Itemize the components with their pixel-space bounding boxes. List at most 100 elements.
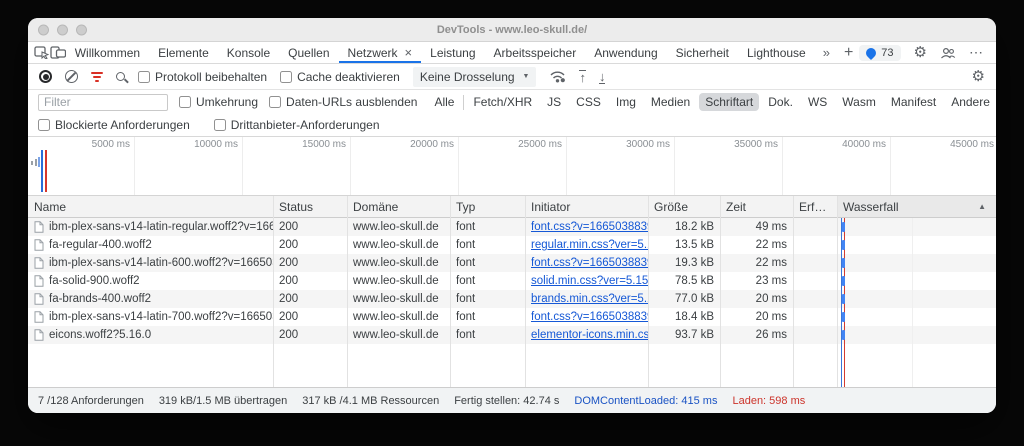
- filter-icon[interactable]: [91, 72, 103, 82]
- settings-gear-icon[interactable]: ⚙: [914, 45, 927, 60]
- column-header-name[interactable]: Name: [28, 200, 273, 214]
- timeline-tick-label: 40000 ms: [842, 139, 886, 150]
- clear-icon[interactable]: [65, 70, 78, 83]
- initiator-link[interactable]: elementor-icons.min.css...: [531, 329, 648, 341]
- blocked-requests-checkbox[interactable]: Blockierte Anforderungen: [38, 118, 190, 132]
- devtools-tab[interactable]: Willkommen×: [66, 42, 149, 63]
- checkbox-icon[interactable]: [280, 71, 292, 83]
- devtools-tab[interactable]: Leistung×: [421, 42, 484, 63]
- devtools-tab[interactable]: Konsole×: [218, 42, 279, 63]
- initiator-link[interactable]: font.css?v=1665038839: [531, 257, 648, 269]
- pill-label: Manifest: [891, 95, 936, 109]
- devtools-tab[interactable]: Sicherheit×: [667, 42, 738, 63]
- filter-pill[interactable]: JS: [541, 93, 567, 111]
- cell-waterfall: [837, 330, 996, 340]
- devtools-tab[interactable]: Arbeitsspeicher×: [485, 42, 586, 63]
- tab-label: Quellen: [288, 46, 329, 60]
- checkbox-icon[interactable]: [38, 119, 50, 131]
- column-header-initiator[interactable]: Initiator: [525, 200, 648, 214]
- preserve-log-checkbox[interactable]: Protokoll beibehalten: [138, 70, 267, 84]
- checkbox-icon[interactable]: [269, 96, 281, 108]
- inspect-element-icon[interactable]: [34, 42, 50, 63]
- checkbox-icon[interactable]: [179, 96, 191, 108]
- add-tab-icon[interactable]: +: [838, 42, 859, 63]
- checkbox-icon[interactable]: [138, 71, 150, 83]
- initiator-link[interactable]: font.css?v=1665038839: [531, 311, 648, 323]
- cell-name: ibm-plex-sans-v14-latin-700.woff2?v=1665…: [28, 311, 273, 323]
- third-party-checkbox[interactable]: Drittanbieter-Anforderungen: [214, 118, 380, 132]
- tab-label: Lighthouse: [747, 46, 806, 60]
- zoom-window-button[interactable]: [76, 24, 87, 35]
- devtools-tab[interactable]: Lighthouse×: [738, 42, 815, 63]
- title-bar: DevTools - www.leo-skull.de/: [28, 18, 996, 42]
- issues-badge[interactable]: 73: [859, 45, 900, 61]
- hide-data-urls-checkbox[interactable]: Daten-URLs ausblenden: [269, 95, 417, 109]
- network-conditions-icon[interactable]: [549, 70, 566, 83]
- cell-domain: www.leo-skull.de: [347, 257, 450, 269]
- column-header-size[interactable]: Größe: [648, 200, 720, 214]
- column-header-type[interactable]: Typ: [450, 200, 525, 214]
- column-header-domain[interactable]: Domäne: [347, 200, 450, 214]
- devtools-tab-bar: Willkommen× Elemente× Konsole× Quellen× …: [28, 42, 996, 64]
- filter-pill[interactable]: Manifest: [885, 93, 942, 111]
- minimize-window-button[interactable]: [57, 24, 68, 35]
- traffic-lights: [38, 24, 87, 35]
- devtools-tab[interactable]: Quellen×: [279, 42, 338, 63]
- table-row[interactable]: ibm-plex-sans-v14-latin-600.woff2?v=1665…: [28, 254, 996, 272]
- devtools-tab[interactable]: Elemente×: [149, 42, 218, 63]
- device-toolbar-icon[interactable]: [50, 42, 66, 63]
- profile-icon[interactable]: [940, 47, 956, 59]
- filter-pill[interactable]: WS: [802, 93, 833, 111]
- network-settings-gear-icon[interactable]: ⚙: [972, 69, 985, 84]
- filter-pill[interactable]: Schriftart: [699, 93, 759, 111]
- cell-waterfall: [837, 312, 996, 322]
- column-header-fulfilled[interactable]: Erfüllt...: [793, 200, 837, 214]
- checkbox-icon[interactable]: [214, 119, 226, 131]
- close-window-button[interactable]: [38, 24, 49, 35]
- table-row[interactable]: fa-brands-400.woff2 200 www.leo-skull.de…: [28, 290, 996, 308]
- filter-pill[interactable]: CSS: [570, 93, 607, 111]
- import-har-icon[interactable]: ↑: [579, 70, 586, 84]
- export-har-icon[interactable]: ↓: [599, 70, 606, 84]
- record-icon[interactable]: [39, 70, 52, 83]
- cell-size: 93.7 kB: [648, 329, 720, 341]
- column-header-waterfall[interactable]: Wasserfall ▲: [837, 196, 996, 217]
- close-icon[interactable]: ×: [405, 46, 413, 59]
- filter-pill[interactable]: Fetch/XHR: [467, 93, 538, 111]
- throttling-select[interactable]: Keine Drosselung ▼: [413, 67, 537, 87]
- cell-waterfall: [837, 222, 996, 232]
- third-party-label: Drittanbieter-Anforderungen: [231, 118, 380, 132]
- request-name: fa-solid-900.woff2: [49, 275, 140, 287]
- cell-initiator: solid.min.css?ver=5.15.3: [525, 275, 648, 287]
- file-icon: [34, 257, 44, 269]
- filter-pill[interactable]: Andere: [945, 93, 996, 111]
- more-menu-icon[interactable]: ⋯: [969, 44, 983, 61]
- devtools-tab[interactable]: Netzwerk×: [339, 42, 422, 63]
- initiator-link[interactable]: brands.min.css?ver=5.1...: [531, 293, 648, 305]
- initiator-link[interactable]: regular.min.css?ver=5.1...: [531, 239, 648, 251]
- filter-pill[interactable]: Img: [610, 93, 642, 111]
- initiator-link[interactable]: solid.min.css?ver=5.15.3: [531, 275, 648, 287]
- table-row[interactable]: fa-solid-900.woff2 200 www.leo-skull.de …: [28, 272, 996, 290]
- column-header-status[interactable]: Status: [273, 200, 347, 214]
- filter-input[interactable]: [38, 94, 168, 111]
- timeline-tick-label: 5000 ms: [92, 139, 130, 150]
- devtools-tab[interactable]: Anwendung×: [585, 42, 666, 63]
- disable-cache-checkbox[interactable]: Cache deaktivieren: [280, 70, 400, 84]
- filter-pill-all[interactable]: Alle: [428, 93, 460, 111]
- search-icon[interactable]: [116, 72, 125, 81]
- network-overview-timeline[interactable]: 5000 ms 10000 ms 15000 ms 20000 ms 25000…: [28, 137, 996, 196]
- filter-pill[interactable]: Medien: [645, 93, 696, 111]
- initiator-link[interactable]: font.css?v=1665038839: [531, 221, 648, 233]
- table-row[interactable]: ibm-plex-sans-v14-latin-regular.woff2?v=…: [28, 218, 996, 236]
- invert-checkbox[interactable]: Umkehrung: [179, 95, 258, 109]
- table-row[interactable]: ibm-plex-sans-v14-latin-700.woff2?v=1665…: [28, 308, 996, 326]
- table-row[interactable]: fa-regular-400.woff2 200 www.leo-skull.d…: [28, 236, 996, 254]
- table-row[interactable]: eicons.woff2?5.16.0 200 www.leo-skull.de…: [28, 326, 996, 344]
- tab-label: Konsole: [227, 46, 270, 60]
- more-tabs-icon[interactable]: »: [815, 42, 838, 63]
- cell-waterfall: [837, 294, 996, 304]
- column-header-time[interactable]: Zeit: [720, 200, 793, 214]
- filter-pill[interactable]: Dok.: [762, 93, 799, 111]
- filter-pill[interactable]: Wasm: [836, 93, 882, 111]
